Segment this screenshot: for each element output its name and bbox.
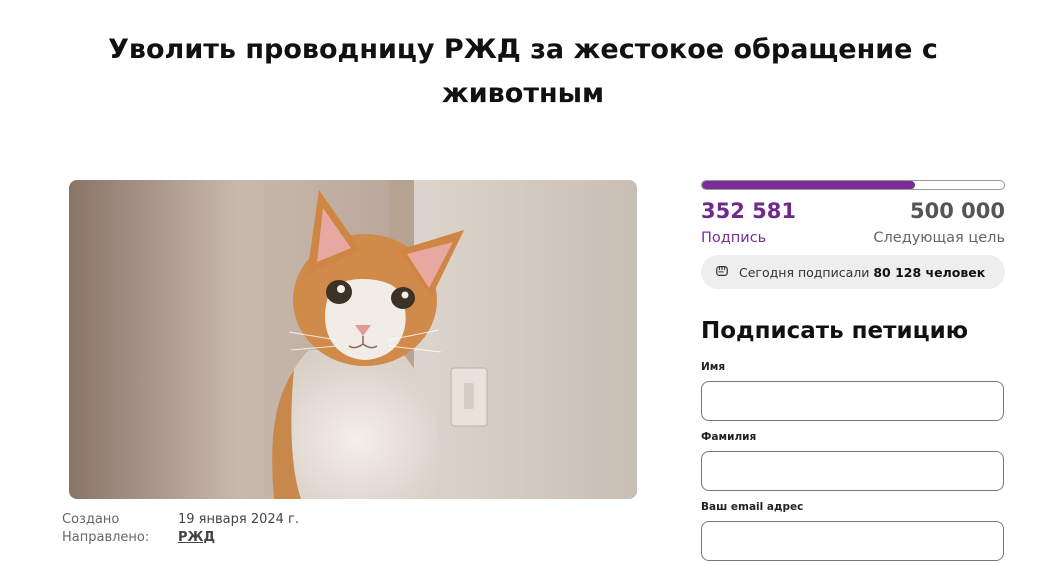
email-group: Ваш email адрес — [701, 500, 1005, 561]
petition-title: Уволить проводницу РЖД за жестокое обращ… — [108, 34, 938, 109]
signature-progress-bar — [701, 180, 1005, 190]
signature-count: 352 581 — [701, 199, 796, 223]
created-label: Создано — [62, 512, 120, 527]
created-row: Создано 19 января 2024 г. — [62, 511, 299, 529]
signature-progress-fill — [702, 181, 915, 189]
first-name-group: Имя — [701, 360, 1005, 421]
today-signed-badge: Сегодня подписали 80 128 человек — [701, 255, 1005, 289]
directed-link[interactable]: РЖД — [178, 529, 215, 547]
signature-panel: 352 581 500 000 Подпись Следующая цель С… — [701, 180, 1005, 561]
email-field[interactable] — [701, 521, 1004, 561]
signature-goal: 500 000 — [910, 199, 1005, 223]
signature-count-label: Подпись — [701, 230, 767, 246]
petition-page: Уволить проводницу РЖД за жестокое обращ… — [0, 0, 1046, 561]
sign-form-title: Подписать петицию — [701, 318, 969, 344]
signature-goal-label: Следующая цель — [873, 230, 1005, 246]
signature-count-labels: Подпись Следующая цель — [701, 228, 1005, 248]
directed-label: Направлено: — [62, 530, 150, 545]
signature-counts: 352 581 500 000 — [701, 199, 1005, 223]
last-name-label: Фамилия — [701, 431, 757, 443]
last-name-field[interactable] — [701, 451, 1004, 491]
fist-icon — [715, 264, 731, 280]
cat-photo-illustration — [69, 180, 637, 499]
first-name-field[interactable] — [701, 381, 1004, 421]
first-name-label: Имя — [701, 361, 726, 373]
directed-row: Направлено: РЖД — [62, 529, 299, 547]
today-signed-count: 80 128 человек — [873, 264, 986, 280]
email-label: Ваш email адрес — [701, 501, 804, 513]
petition-photo — [69, 180, 637, 499]
last-name-group: Фамилия — [701, 430, 1005, 491]
today-signed-text: Сегодня подписали — [739, 264, 870, 280]
petition-meta: Создано 19 января 2024 г. Направлено: РЖ… — [62, 511, 299, 547]
created-date: 19 января 2024 г. — [178, 512, 300, 527]
